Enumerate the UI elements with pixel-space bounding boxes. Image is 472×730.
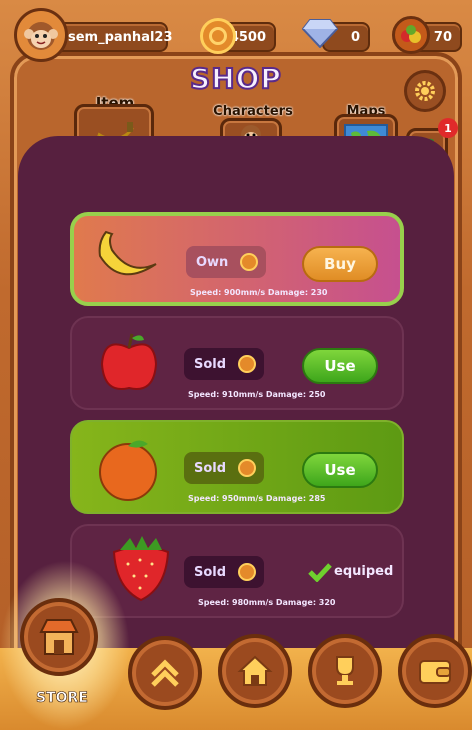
avatar[interactable] bbox=[14, 8, 68, 62]
item-stats: Speed: 900mm/s Damage: 230 bbox=[190, 288, 328, 297]
shop-item-orange[interactable]: Sold Use Speed: 950mm/s Damage: 285 bbox=[70, 420, 404, 514]
fruit-count: 70 bbox=[433, 29, 452, 45]
banana-icon bbox=[98, 230, 157, 276]
username-badge[interactable]: sem_panhal23 bbox=[52, 22, 173, 52]
checkmark-icon bbox=[308, 563, 332, 582]
fruit-basket-icon bbox=[392, 16, 430, 54]
buy-button[interactable]: Buy bbox=[302, 246, 378, 282]
item-status: Sold bbox=[184, 556, 264, 588]
home-icon bbox=[237, 655, 273, 686]
item-stats: Speed: 950mm/s Damage: 285 bbox=[188, 494, 326, 503]
trophy-icon bbox=[336, 656, 354, 685]
use-button[interactable]: Use bbox=[302, 348, 378, 384]
item-status: Own bbox=[186, 246, 266, 278]
page-title: SHOP bbox=[189, 61, 282, 96]
item-stats: Speed: 910mm/s Damage: 250 bbox=[188, 390, 326, 399]
nav-store-button[interactable] bbox=[20, 598, 98, 676]
nav-store-label: STORE bbox=[36, 690, 88, 707]
notification-count: 1 bbox=[444, 121, 452, 135]
notification-badge: 1 bbox=[438, 118, 458, 138]
coin-icon bbox=[238, 459, 256, 477]
settings-gear-icon[interactable] bbox=[404, 70, 446, 112]
upgrade-arrows-icon bbox=[151, 659, 179, 687]
equipped-label: equiped bbox=[334, 564, 394, 579]
tab-characters-label: Characters bbox=[213, 104, 293, 119]
coin-icon bbox=[238, 355, 256, 373]
nav-home-button[interactable] bbox=[218, 634, 292, 708]
shop-item-apple[interactable]: Sold Use Speed: 910mm/s Damage: 250 bbox=[70, 316, 404, 410]
coin-icon bbox=[238, 563, 256, 581]
store-icon bbox=[39, 619, 79, 655]
item-status: Sold bbox=[184, 452, 264, 484]
use-button[interactable]: Use bbox=[302, 452, 378, 488]
monkey-avatar-icon bbox=[24, 22, 58, 50]
orange-icon bbox=[99, 440, 157, 501]
strawberry-icon bbox=[112, 536, 170, 602]
coin-icon bbox=[200, 18, 236, 54]
nav-trophy-button[interactable] bbox=[308, 634, 382, 708]
item-status: Sold bbox=[184, 348, 264, 380]
nav-upgrade-button[interactable] bbox=[128, 636, 202, 710]
gem-count: 0 bbox=[350, 29, 360, 45]
gem-icon bbox=[301, 18, 339, 52]
shop-item-banana[interactable]: Own Buy Speed: 900mm/s Damage: 230 bbox=[70, 212, 404, 306]
item-stats: Speed: 980mm/s Damage: 320 bbox=[198, 598, 336, 607]
coin-icon bbox=[240, 253, 258, 271]
apple-icon bbox=[100, 333, 158, 390]
wallet-icon bbox=[419, 660, 451, 684]
username: sem_panhal23 bbox=[68, 29, 173, 45]
nav-wallet-button[interactable] bbox=[398, 634, 472, 708]
